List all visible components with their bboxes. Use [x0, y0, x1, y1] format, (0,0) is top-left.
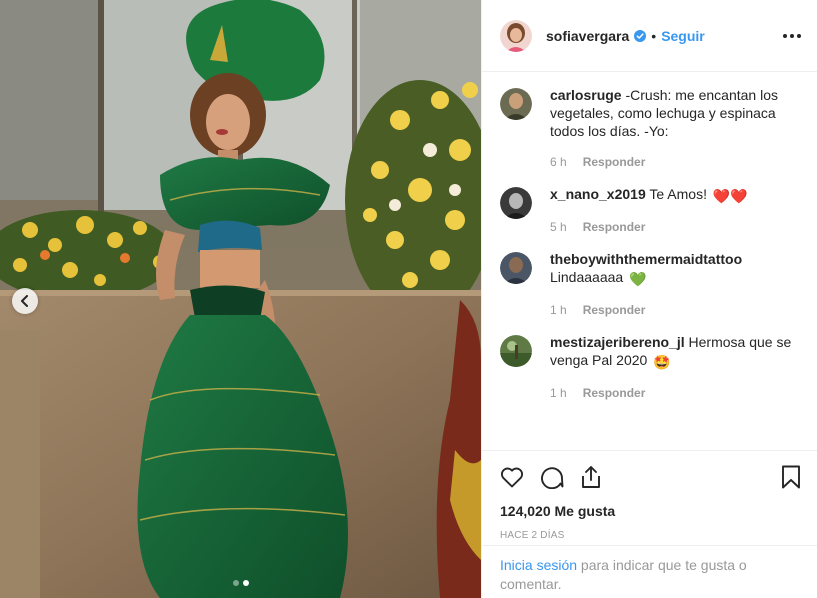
post-header: sofiavergara • Seguir [482, 0, 817, 72]
reply-button[interactable]: Responder [583, 386, 646, 400]
comment-username[interactable]: theboywiththemermaidtattoo [550, 251, 742, 267]
commenter-avatar[interactable] [500, 335, 532, 367]
comment-username[interactable]: x_nano_x2019 [550, 186, 646, 202]
carousel-dot[interactable] [232, 580, 239, 586]
commenter-avatar[interactable] [500, 88, 532, 120]
comment-icon[interactable] [540, 465, 564, 489]
login-prompt: Inicia sesión para indicar que te gusta … [482, 545, 817, 594]
comment-meta: 1 h Responder [550, 386, 801, 400]
comment-meta: 6 h Responder [550, 155, 801, 169]
verified-badge-icon [634, 29, 647, 42]
post-actions: 124,020 Me gusta HACE 2 DÍAS [482, 450, 817, 541]
commenter-avatar[interactable] [500, 252, 532, 284]
follow-button[interactable]: Seguir [661, 28, 705, 44]
comment-item: theboywiththemermaidtattoo Lindaaaaaa 💚 … [500, 250, 801, 317]
post-timestamp[interactable]: HACE 2 DÍAS [500, 530, 801, 541]
login-link[interactable]: Inicia sesión [500, 557, 577, 573]
star-struck-emoji: 🤩 [653, 354, 671, 370]
comment-text: x_nano_x2019 Te Amos! ❤️❤️ [550, 185, 801, 205]
comment-text: carlosruge -Crush: me encantan los veget… [550, 86, 801, 140]
reply-button[interactable]: Responder [583, 155, 646, 169]
comment-time[interactable]: 1 h [550, 386, 567, 400]
red-heart-emoji: ❤️❤️ [712, 188, 748, 204]
carousel-dot-active[interactable] [242, 580, 249, 586]
comment-time[interactable]: 6 h [550, 155, 567, 169]
header-separator: • [651, 27, 657, 44]
comment-meta: 1 h Responder [550, 303, 801, 317]
photo-image [0, 0, 481, 598]
green-heart-emoji: 💚 [629, 271, 647, 287]
comment-time[interactable]: 1 h [550, 303, 567, 317]
bookmark-icon[interactable] [781, 465, 801, 489]
more-options-icon[interactable] [783, 28, 801, 44]
comment-username[interactable]: mestizajeribereno_jl [550, 334, 685, 350]
comment-message: Lindaaaaaa [550, 269, 624, 285]
comment-time[interactable]: 5 h [550, 220, 567, 234]
reply-button[interactable]: Responder [583, 220, 646, 234]
likes-count[interactable]: 124,020 Me gusta [500, 503, 801, 519]
comment-text: theboywiththemermaidtattoo Lindaaaaaa 💚 [550, 250, 801, 288]
comment-message: Te Amos! [649, 186, 707, 202]
carousel-prev-button[interactable] [12, 288, 38, 314]
commenter-avatar[interactable] [500, 187, 532, 219]
comments-list: carlosruge -Crush: me encantan los veget… [482, 72, 817, 450]
heart-icon[interactable] [500, 466, 524, 488]
reply-button[interactable]: Responder [583, 303, 646, 317]
chevron-left-icon [21, 295, 28, 307]
comment-text: mestizajeribereno_jl Hermosa que se veng… [550, 333, 801, 371]
comment-username[interactable]: carlosruge [550, 87, 622, 103]
comment-item: carlosruge -Crush: me encantan los veget… [500, 86, 801, 169]
carousel-dots [0, 580, 481, 586]
comment-meta: 5 h Responder [550, 220, 801, 234]
comment-item: x_nano_x2019 Te Amos! ❤️❤️ 5 h Responder [500, 185, 801, 234]
action-icons [500, 463, 801, 491]
comment-item: mestizajeribereno_jl Hermosa que se veng… [500, 333, 801, 400]
post-photo[interactable] [0, 0, 481, 598]
author-username[interactable]: sofiavergara [546, 28, 629, 44]
post-side-panel: sofiavergara • Seguir carlosruge -Crush:… [481, 0, 817, 598]
author-avatar[interactable] [500, 19, 532, 52]
share-icon[interactable] [580, 465, 602, 489]
